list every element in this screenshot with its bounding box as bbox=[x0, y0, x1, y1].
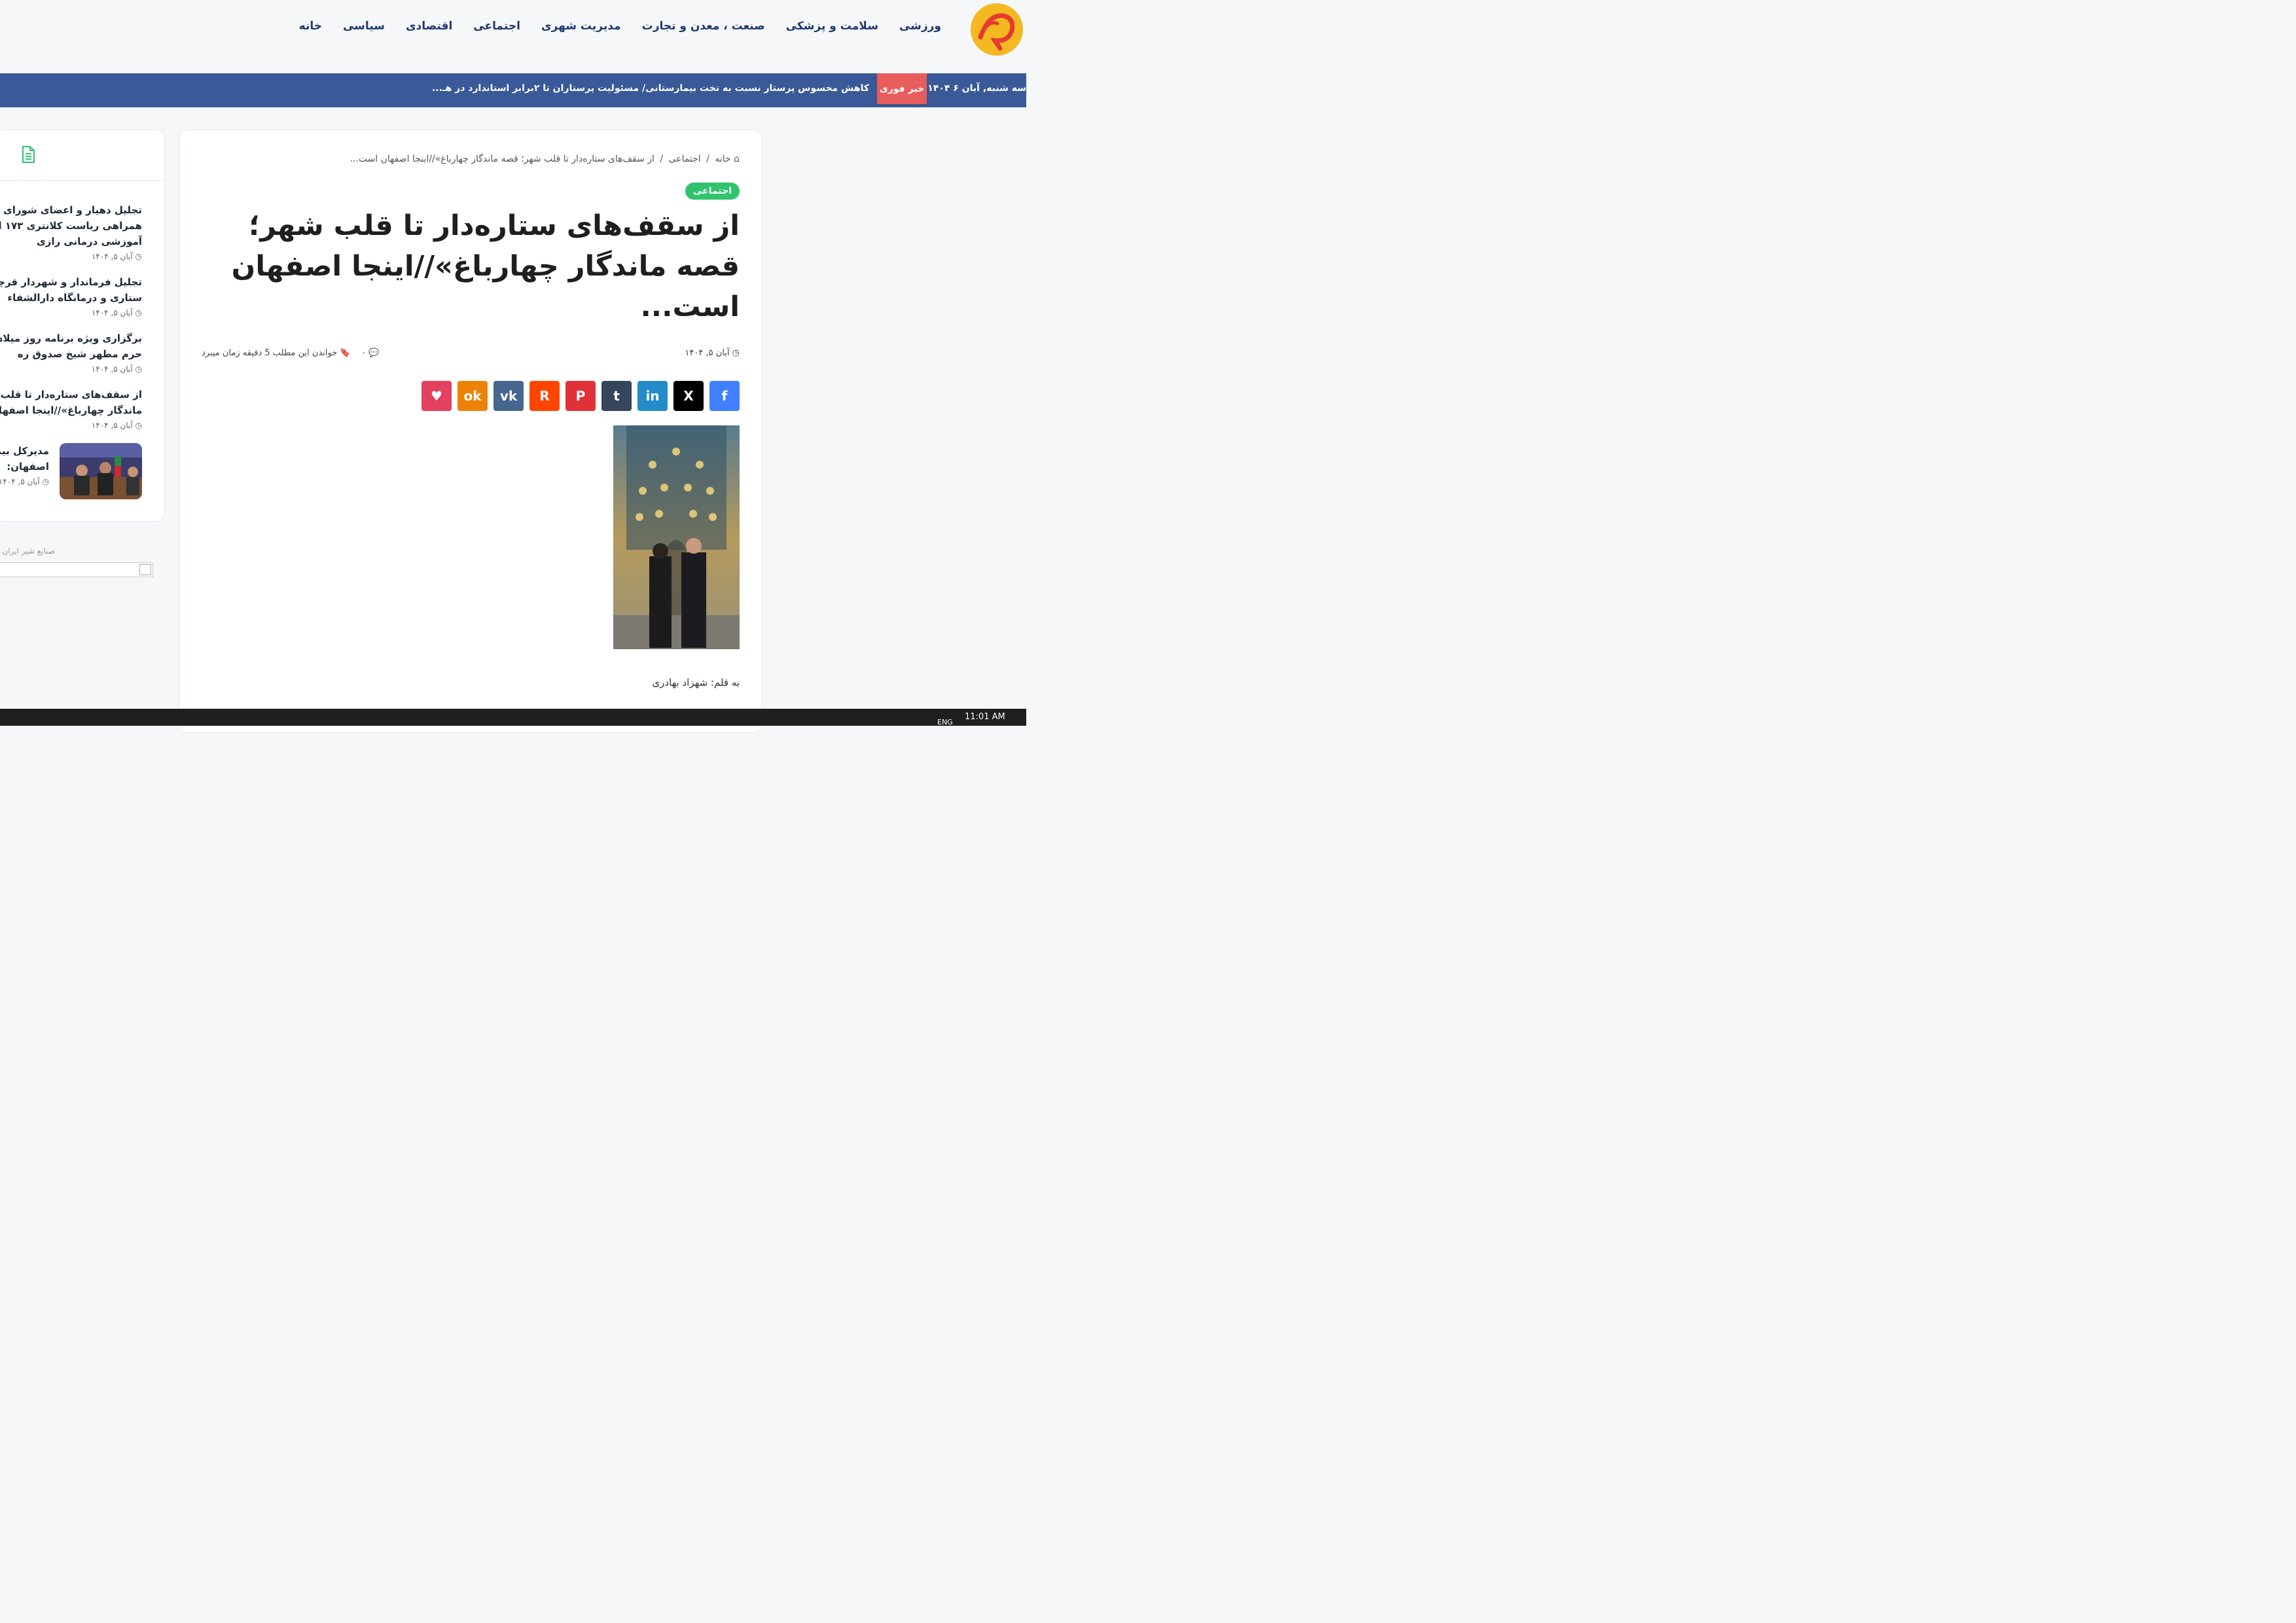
article-meta: 💬 ۰ 🔖 خواندن این مطلب 5 دقیقه زمان میبرد bbox=[202, 348, 379, 358]
main-nav: خانه سیاسی اقتصادی اجتماعی مدیریت شهری ص… bbox=[299, 20, 941, 33]
comments-icon[interactable]: 💬 bbox=[368, 348, 379, 358]
sidebar-post-title[interactable]: مدیرکل بیمه سلامت اصفهان: bbox=[0, 443, 49, 474]
ad-banner[interactable] bbox=[0, 562, 153, 577]
sidebar-post-date-text: آبان ۵, ۱۴۰۴ bbox=[91, 252, 133, 261]
article-date-text: آبان ۵, ۱۴۰۴ bbox=[685, 348, 730, 358]
share-vk-button[interactable]: vk bbox=[493, 381, 524, 411]
clock-icon: ◷ bbox=[135, 421, 142, 430]
clock-icon: ◷ bbox=[135, 365, 142, 374]
vk-icon: vk bbox=[499, 388, 518, 404]
breadcrumb-separator: / bbox=[660, 154, 664, 164]
sidebar-post[interactable]: مدیرکل بیمه سلامت اصفهان: ◷ آبان ۵, ۱۴۰۴ bbox=[0, 443, 49, 486]
sidebar-post-date-text: آبان ۵, ۱۴۰۴ bbox=[91, 421, 133, 430]
reddit-icon: R bbox=[539, 388, 550, 404]
home-icon: ⌂ bbox=[734, 154, 740, 164]
sidebar-post-thumbnail[interactable] bbox=[60, 443, 142, 499]
nav-item-industry[interactable]: صنعت ، معدن و تجارت bbox=[642, 20, 765, 33]
read-time: خواندن این مطلب 5 دقیقه زمان میبرد bbox=[202, 348, 338, 358]
facebook-icon: f bbox=[721, 388, 728, 404]
article-date: ◷ آبان ۵, ۱۴۰۴ bbox=[685, 348, 740, 358]
site-header: خانه سیاسی اقتصادی اجتماعی مدیریت شهری ص… bbox=[0, 0, 1026, 73]
sidebar-post[interactable]: تجلیل فرماندار و شهردار قرچک از کادر ستا… bbox=[0, 274, 142, 317]
sidebar-post-title[interactable]: تجلیل فرماندار و شهردار قرچک از کادر ستا… bbox=[0, 274, 142, 306]
comments-count[interactable]: ۰ bbox=[361, 348, 366, 358]
sidebar-post[interactable]: از سقف‌های ستاره‌دار تا قلب شهر؛ قصه مان… bbox=[0, 387, 142, 430]
nav-item-urban[interactable]: مدیریت شهری bbox=[541, 20, 621, 33]
tumblr-icon: t bbox=[613, 388, 620, 404]
pinterest-icon: P bbox=[575, 388, 586, 404]
sidebar-post-title[interactable]: از سقف‌های ستاره‌دار تا قلب شهر؛ قصه مان… bbox=[0, 387, 142, 418]
nav-item-home[interactable]: خانه bbox=[299, 20, 322, 33]
bookmark-icon: 🔖 bbox=[340, 348, 351, 358]
document-icon[interactable] bbox=[20, 146, 36, 163]
nav-item-health[interactable]: سلامت و پزشکی bbox=[786, 20, 878, 33]
sidebar-post-date-text: آبان ۵, ۱۴۰۴ bbox=[91, 308, 133, 317]
ticker-headline[interactable]: کاهش محسوس پرستار نسبت به تخت بیمارستانی… bbox=[432, 83, 869, 94]
pocket-icon: ♥ bbox=[431, 388, 442, 404]
breaking-news-badge: خبر فوری bbox=[877, 73, 927, 104]
sidebar-post-date: ◷ آبان ۵, ۱۴۰۴ bbox=[0, 421, 142, 430]
clock-icon: ◷ bbox=[135, 308, 142, 317]
share-facebook-button[interactable]: f bbox=[709, 381, 740, 411]
odnoklassniki-icon: ok bbox=[463, 388, 482, 404]
nav-item-sports[interactable]: ورزشی bbox=[899, 20, 941, 33]
linkedin-icon: in bbox=[645, 388, 660, 404]
ad-label: صنایع شیر ایران bbox=[2, 546, 55, 556]
x-icon: X bbox=[683, 388, 694, 404]
breadcrumb-separator: / bbox=[706, 154, 709, 164]
ticker-date: سه شنبه, آبان ۶ ۱۴۰۴ bbox=[927, 83, 1026, 94]
share-odnoklassniki-button[interactable]: ok bbox=[457, 381, 488, 411]
share-tumblr-button[interactable]: t bbox=[601, 381, 632, 411]
breadcrumb: ⌂ خانه / اجتماعی / از سقف‌های ستاره‌دار … bbox=[350, 154, 740, 164]
share-linkedin-button[interactable]: in bbox=[637, 381, 668, 411]
taskbar-clock[interactable]: 11:01 AM bbox=[965, 712, 1005, 722]
share-reddit-button[interactable]: R bbox=[529, 381, 560, 411]
share-buttons: f Xin t P Rvk ok ♥ bbox=[422, 381, 740, 411]
share-x-button[interactable]: X bbox=[673, 381, 704, 411]
article-byline: به قلم: شهزاد بهادری bbox=[652, 677, 740, 688]
article-photo[interactable] bbox=[613, 425, 740, 649]
sidebar-post[interactable]: تجلیل دهیار و اعضای شورای اسلامی همراهی … bbox=[0, 202, 142, 261]
sidebar-post-title[interactable]: تجلیل دهیار و اعضای شورای اسلامی همراهی … bbox=[0, 202, 142, 249]
article-title: از سقف‌های ستاره‌دار تا قلب شهر؛ قصه مان… bbox=[231, 209, 740, 323]
nav-item-economy[interactable]: اقتصادی bbox=[406, 20, 452, 33]
share-pocket-button[interactable]: ♥ bbox=[422, 381, 452, 411]
sidebar-post-date: ◷ آبان ۵, ۱۴۰۴ bbox=[0, 308, 142, 317]
sidebar-post-title[interactable]: برگزاری ویژه برنامه روز میلاد حضرت در حر… bbox=[0, 330, 142, 362]
breadcrumb-category[interactable]: اجتماعی bbox=[669, 154, 701, 164]
sidebar-post-date-text: آبان ۵, ۱۴۰۴ bbox=[91, 365, 133, 374]
share-pinterest-button[interactable]: P bbox=[565, 381, 596, 411]
sidebar-post[interactable]: برگزاری ویژه برنامه روز میلاد حضرت در حر… bbox=[0, 330, 142, 374]
sidebar-post-date: ◷ آبان ۵, ۱۴۰۴ bbox=[0, 252, 142, 261]
breadcrumb-current: از سقف‌های ستاره‌دار تا قلب شهر؛ قصه مان… bbox=[350, 154, 655, 164]
sidebar-widget: تجلیل دهیار و اعضای شورای اسلامی همراهی … bbox=[0, 130, 165, 522]
category-badge[interactable]: اجتماعی bbox=[685, 183, 740, 200]
sidebar-post-date: ◷ آبان ۵, ۱۴۰۴ bbox=[0, 365, 142, 374]
breaking-news-bar: سه شنبه, آبان ۶ ۱۴۰۴ خبر فوری کاهش محسوس… bbox=[0, 73, 1026, 107]
broken-image-icon bbox=[139, 564, 151, 575]
sidebar-post-date-text: آبان ۵, ۱۴۰۴ bbox=[0, 477, 40, 486]
site-logo[interactable] bbox=[969, 1, 1025, 58]
language-indicator[interactable]: ENG bbox=[937, 718, 953, 726]
os-taskbar: ENG 11:01 AM bbox=[0, 709, 1026, 726]
divider bbox=[0, 180, 164, 181]
clock-icon: ◷ bbox=[135, 252, 142, 261]
sidebar-post-date: ◷ آبان ۵, ۱۴۰۴ bbox=[0, 477, 49, 486]
article-card: ⌂ خانه / اجتماعی / از سقف‌های ستاره‌دار … bbox=[179, 130, 762, 733]
clock-icon: ◷ bbox=[42, 477, 49, 486]
breadcrumb-home[interactable]: خانه bbox=[715, 154, 730, 164]
nav-item-social[interactable]: اجتماعی bbox=[473, 20, 520, 33]
nav-item-politics[interactable]: سیاسی bbox=[343, 20, 385, 33]
clock-icon: ◷ bbox=[732, 348, 740, 358]
